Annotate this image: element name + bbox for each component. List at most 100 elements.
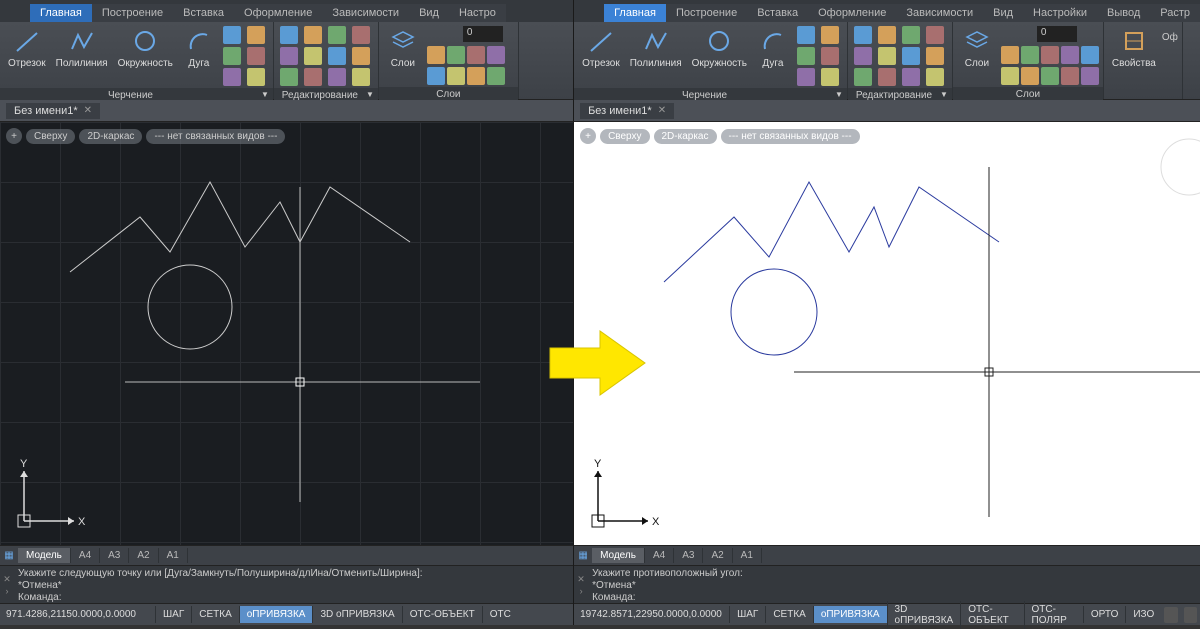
mini-icon[interactable]	[797, 47, 815, 65]
tab-deps[interactable]: Зависимости	[896, 4, 983, 22]
tab-home[interactable]: Главная	[30, 4, 92, 22]
mini-icon[interactable]	[1081, 67, 1099, 85]
mini-icon[interactable]	[926, 47, 944, 65]
mini-icon[interactable]	[223, 68, 241, 86]
tool-segment[interactable]: Отрезок	[4, 24, 50, 71]
tab-format[interactable]: Оформление	[234, 4, 322, 22]
mini-icon[interactable]	[247, 26, 265, 44]
layout-a1[interactable]: A1	[159, 548, 188, 563]
layout-model[interactable]: Модель	[592, 548, 645, 563]
mini-icon[interactable]	[328, 47, 346, 65]
bulb-icon[interactable]	[425, 26, 441, 42]
tool-arc[interactable]: Дуга	[753, 24, 793, 71]
sb-snap[interactable]: ШАГ	[155, 606, 191, 623]
mini-icon[interactable]	[821, 47, 839, 65]
mini-icon[interactable]	[1061, 46, 1079, 64]
mini-icon[interactable]	[902, 68, 920, 86]
mini-icon[interactable]	[926, 68, 944, 86]
sb-ots[interactable]: ОТС	[482, 606, 518, 623]
tab-output[interactable]: Вывод	[1097, 4, 1150, 22]
sb-3dosnap[interactable]: 3D оПРИВЯЗКА	[887, 601, 961, 629]
mini-icon[interactable]	[447, 67, 465, 85]
doc-tab[interactable]: Без имени1*✕	[580, 103, 674, 119]
mini-icon[interactable]	[223, 47, 241, 65]
mini-icon[interactable]	[427, 67, 445, 85]
layout-a3[interactable]: A3	[674, 548, 703, 563]
mini-icon[interactable]	[821, 26, 839, 44]
mini-icon[interactable]	[854, 68, 872, 86]
mini-icon[interactable]	[878, 47, 896, 65]
mini-icon[interactable]	[328, 68, 346, 86]
mini-icon[interactable]	[352, 68, 370, 86]
close-icon[interactable]: ✕	[84, 105, 92, 116]
mini-icon[interactable]	[280, 47, 298, 65]
tool-polyline[interactable]: Полилиния	[626, 24, 686, 71]
tab-build[interactable]: Построение	[92, 4, 173, 22]
chevron-down-icon[interactable]: ▼	[366, 90, 374, 99]
tab-settings[interactable]: Настро	[449, 4, 506, 22]
close-icon[interactable]: ✕	[658, 105, 666, 116]
layout-model[interactable]: Модель	[18, 548, 71, 563]
sb-snap[interactable]: ШАГ	[729, 606, 765, 623]
command-text[interactable]: Укажите противоположный угол: *Отмена* К…	[588, 566, 1200, 603]
mini-icon[interactable]	[1041, 67, 1059, 85]
tool-polyline[interactable]: Полилиния	[52, 24, 112, 71]
cmd-handle-icon[interactable]: ✕›	[574, 566, 588, 603]
mini-icon[interactable]	[926, 26, 944, 44]
mini-icon[interactable]	[280, 68, 298, 86]
layout-handle-icon[interactable]: ▦	[0, 550, 18, 561]
mini-icon[interactable]	[878, 26, 896, 44]
tab-raster[interactable]: Растр	[1150, 4, 1200, 22]
viewport-left[interactable]: + Сверху 2D-каркас --- нет связанных вид…	[0, 122, 573, 545]
mini-icon[interactable]	[352, 26, 370, 44]
viewport-right[interactable]: + Сверху 2D-каркас --- нет связанных вид…	[574, 122, 1200, 545]
mini-icon[interactable]	[797, 68, 815, 86]
freeze-icon[interactable]	[444, 26, 460, 42]
tool-segment[interactable]: Отрезок	[578, 24, 624, 71]
mini-icon[interactable]	[487, 46, 505, 64]
mini-icon[interactable]	[467, 46, 485, 64]
mini-icon[interactable]	[797, 26, 815, 44]
chevron-down-icon[interactable]: ▼	[940, 90, 948, 99]
layout-a4[interactable]: A4	[71, 548, 100, 563]
mini-icon[interactable]	[1081, 46, 1099, 64]
layout-a2[interactable]: A2	[703, 548, 732, 563]
tab-build[interactable]: Построение	[666, 4, 747, 22]
mini-icon[interactable]	[1001, 67, 1019, 85]
sb-iso[interactable]: ИЗО	[1125, 606, 1161, 623]
cmd-handle-icon[interactable]: ✕›	[0, 566, 14, 603]
chevron-down-icon[interactable]: ▼	[835, 90, 843, 99]
doc-tab[interactable]: Без имени1* ✕	[6, 103, 100, 119]
mini-icon[interactable]	[1041, 46, 1059, 64]
tab-deps[interactable]: Зависимости	[322, 4, 409, 22]
tool-circle[interactable]: Окружность	[114, 24, 177, 71]
layout-a4[interactable]: A4	[645, 548, 674, 563]
mini-icon[interactable]	[1021, 46, 1039, 64]
tab-format[interactable]: Оформление	[808, 4, 896, 22]
sb-osnap[interactable]: оПРИВЯЗКА	[239, 606, 313, 623]
sb-otspolar[interactable]: ОТС-ПОЛЯР	[1024, 601, 1083, 629]
sb-ortho[interactable]: ОРТО	[1083, 606, 1125, 623]
tool-properties[interactable]: Свойства	[1108, 24, 1160, 71]
command-text[interactable]: Укажите следующую точку или [Дуга/Замкну…	[14, 566, 573, 603]
layout-handle-icon[interactable]: ▦	[574, 550, 592, 561]
tab-insert[interactable]: Вставка	[747, 4, 808, 22]
mini-icon[interactable]	[1021, 67, 1039, 85]
mini-icon[interactable]	[304, 26, 322, 44]
status-icon[interactable]	[1164, 607, 1177, 623]
tool-layers[interactable]: Слои	[383, 24, 423, 71]
sb-otsobj[interactable]: ОТС-ОБЪЕКТ	[960, 601, 1023, 629]
mini-icon[interactable]	[427, 46, 445, 64]
mini-icon[interactable]	[304, 68, 322, 86]
tool-arc[interactable]: Дуга	[179, 24, 219, 71]
mini-icon[interactable]	[854, 47, 872, 65]
mini-icon[interactable]	[247, 47, 265, 65]
status-icon[interactable]	[1184, 607, 1197, 623]
sb-otsobj[interactable]: ОТС-ОБЪЕКТ	[402, 606, 482, 623]
mini-icon[interactable]	[1001, 46, 1019, 64]
mini-icon[interactable]	[467, 67, 485, 85]
tab-view[interactable]: Вид	[983, 4, 1023, 22]
mini-icon[interactable]	[1061, 67, 1079, 85]
sb-osnap[interactable]: оПРИВЯЗКА	[813, 606, 887, 623]
chevron-down-icon[interactable]: ▼	[261, 90, 269, 99]
